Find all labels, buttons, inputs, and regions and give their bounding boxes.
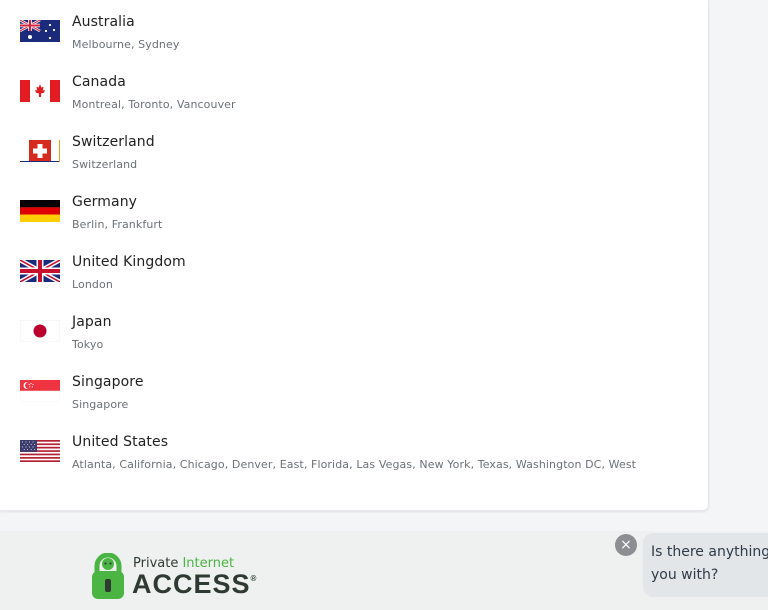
- country-name: Switzerland: [72, 134, 155, 150]
- country-name: Canada: [72, 74, 126, 90]
- flag-switzerland-icon: [20, 140, 60, 162]
- logo-access-text: ACCESS: [132, 569, 251, 599]
- flag-usa-icon: [20, 440, 60, 462]
- country-name: United States: [72, 434, 169, 450]
- padlock-logo-icon: [90, 552, 126, 601]
- chat-message-line-2: you with?: [651, 567, 719, 583]
- country-name: Japan: [72, 314, 112, 330]
- pia-logo[interactable]: Private Internet ACCESS®: [90, 552, 270, 601]
- city-list: Singapore: [72, 398, 129, 411]
- chat-bubble[interactable]: Is there anything you with?: [643, 533, 768, 597]
- chat-message-line-1: Is there anything: [651, 544, 768, 560]
- registered-mark: ®: [250, 574, 258, 583]
- city-list: Montreal, Toronto, Vancouver: [72, 98, 236, 111]
- city-list: London: [72, 278, 113, 291]
- flag-canada-icon: [20, 80, 60, 102]
- city-list: Berlin, Frankfurt: [72, 218, 163, 231]
- chat-close-button[interactable]: ×: [615, 534, 637, 556]
- flag-japan-icon: [20, 320, 60, 342]
- logo-wordmark-main: ACCESS®: [132, 569, 257, 600]
- country-name: Singapore: [72, 374, 144, 390]
- city-list: Atlanta, California, Chicago, Denver, Ea…: [72, 458, 637, 471]
- city-list: Tokyo: [72, 338, 104, 351]
- flag-uk-icon: [20, 260, 60, 282]
- flag-australia-icon: [20, 20, 60, 42]
- flag-germany-icon: [20, 200, 60, 222]
- country-name: United Kingdom: [72, 254, 186, 270]
- country-name: Australia: [72, 14, 135, 30]
- flag-singapore-icon: [20, 380, 60, 402]
- locations-card: Australia Melbourne, Sydney Canada Montr…: [0, 0, 709, 511]
- city-list: Melbourne, Sydney: [72, 38, 180, 51]
- city-list: Switzerland: [72, 158, 138, 171]
- country-name: Germany: [72, 194, 138, 210]
